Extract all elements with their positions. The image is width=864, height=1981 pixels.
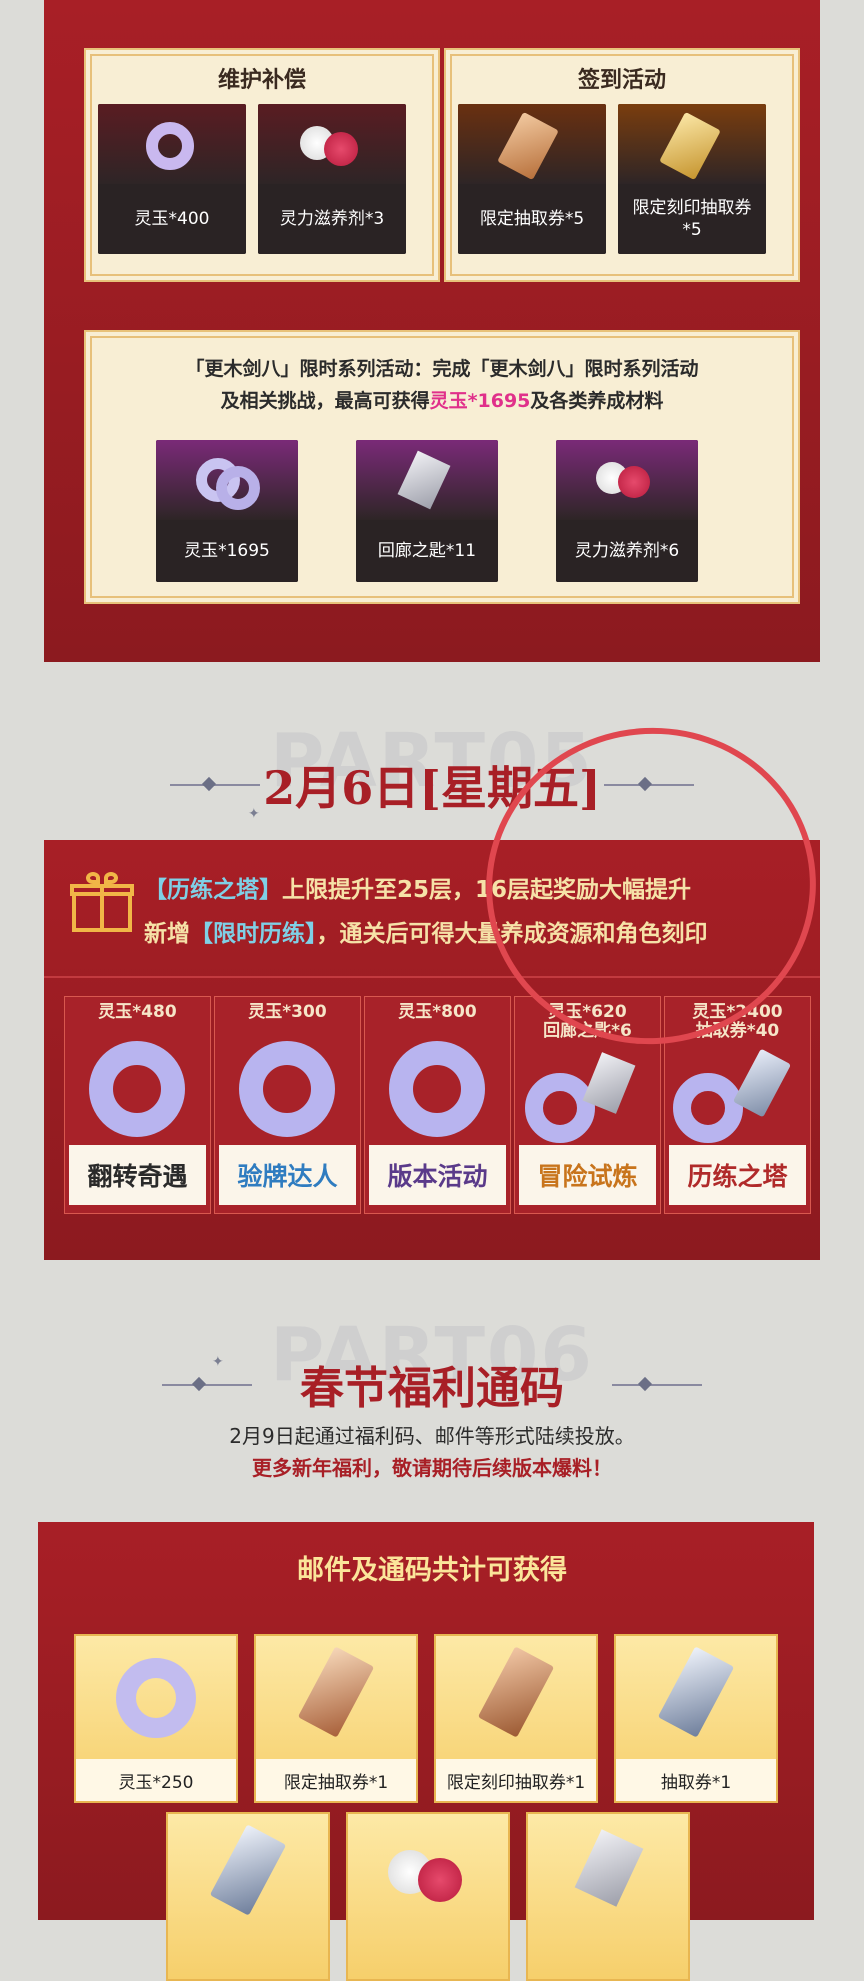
reward-tile[interactable]: 灵力滋养剂*6 <box>556 440 698 582</box>
jade-ring-icon <box>525 1073 595 1143</box>
series-text-line1: 「更木剑八」限时系列活动：完成「更木剑八」限时系列活动 <box>185 358 699 380</box>
card-label: 冒险试炼 <box>519 1145 656 1205</box>
reward-label: 限定抽取券*5 <box>458 184 606 254</box>
jade-ring-icon <box>673 1073 743 1143</box>
reward-tile[interactable] <box>526 1812 690 1981</box>
card-value: 灵玉*800 <box>398 1002 477 1022</box>
ticket-icon <box>477 1646 555 1738</box>
reward-tile[interactable] <box>166 1812 330 1981</box>
maintenance-title: 维护补偿 <box>217 68 306 93</box>
reward-label: 灵力滋养剂*3 <box>258 184 406 254</box>
reward-label: 灵玉*250 <box>76 1759 236 1801</box>
card-label: 验牌达人 <box>219 1145 356 1205</box>
banner-tag: 【限时历练】 <box>190 921 317 947</box>
ticket-icon <box>209 1824 287 1916</box>
ticket-icon <box>297 1646 375 1738</box>
banner-tag: 【历练之塔】 <box>144 877 282 903</box>
reward-tile[interactable]: 灵玉*250 <box>74 1634 238 1803</box>
jade-ring-icon <box>116 1658 196 1738</box>
card-value: 灵玉*480 <box>98 1002 177 1022</box>
part6-line1: 2月9日起通过福利码、邮件等形式陆续投放。 <box>229 1424 635 1448</box>
series-text-part: 及相关挑战，最高可获得 <box>220 390 430 412</box>
card-label: 历练之塔 <box>669 1145 806 1205</box>
panel-title: 邮件及通码共计可获得 <box>297 1555 567 1586</box>
reward-tile[interactable]: 限定抽取券*1 <box>254 1634 418 1803</box>
signin-title: 签到活动 <box>577 68 666 93</box>
reward-tile[interactable]: 灵玉*400 <box>98 104 246 254</box>
reward-label: 限定刻印抽取券*1 <box>436 1759 596 1801</box>
reward-tile[interactable]: 限定抽取券*5 <box>458 104 606 254</box>
card-label: 翻转奇遇 <box>69 1145 206 1205</box>
part6-line2: 更多新年福利，敬请期待后续版本爆料！ <box>252 1456 612 1480</box>
jade-ring-icon <box>389 1041 485 1137</box>
jade-ring-icon <box>239 1041 335 1137</box>
reward-card[interactable]: 灵玉*800 版本活动 <box>364 996 511 1214</box>
series-highlight: 灵玉*1695 <box>429 390 531 412</box>
reward-card[interactable]: 灵玉*480 翻转奇遇 <box>64 996 211 1214</box>
jade-ring-icon <box>89 1041 185 1137</box>
ticket-icon <box>657 1646 735 1738</box>
series-text-part: 及各类养成材料 <box>530 390 664 412</box>
reward-label: 抽取券*1 <box>616 1759 776 1801</box>
reward-tile[interactable]: 回廊之匙*11 <box>356 440 498 582</box>
reward-label: 灵玉*400 <box>98 184 246 254</box>
card-label: 版本活动 <box>369 1145 506 1205</box>
reward-tile[interactable]: 限定刻印抽取券*5 <box>618 104 766 254</box>
gift-icon <box>70 870 134 934</box>
signin-box: 签到活动 限定抽取券*5 限定刻印抽取券*5 <box>444 48 800 282</box>
reward-label: 灵力滋养剂*6 <box>556 520 698 582</box>
banner-text: 新增 <box>144 921 190 947</box>
reward-label: 回廊之匙*11 <box>356 520 498 582</box>
reward-label: 灵玉*1695 <box>156 520 298 582</box>
key-tag-icon <box>574 1829 644 1907</box>
reward-tile[interactable]: 灵力滋养剂*3 <box>258 104 406 254</box>
card-value: 灵玉*300 <box>248 1002 327 1022</box>
reward-label: 限定抽取券*1 <box>256 1759 416 1801</box>
reward-tile[interactable] <box>346 1812 510 1981</box>
reward-tile[interactable]: 灵玉*1695 <box>156 440 298 582</box>
reward-label: 限定刻印抽取券*5 <box>618 184 766 254</box>
reward-tile[interactable]: 限定刻印抽取券*1 <box>434 1634 598 1803</box>
jade-ring-icon <box>146 122 194 170</box>
maintenance-box: 维护补偿 灵玉*400 灵力滋养剂*3 <box>84 48 440 282</box>
series-box: 「更木剑八」限时系列活动：完成「更木剑八」限时系列活动 及相关挑战，最高可获得灵… <box>84 330 800 604</box>
part6-title: 春节福利通码 <box>300 1363 564 1414</box>
reward-tile[interactable]: 抽取券*1 <box>614 1634 778 1803</box>
reward-card[interactable]: 灵玉*300 验牌达人 <box>214 996 361 1214</box>
series-text-line2: 及相关挑战，最高可获得灵玉*1695及各类养成材料 <box>86 386 798 413</box>
